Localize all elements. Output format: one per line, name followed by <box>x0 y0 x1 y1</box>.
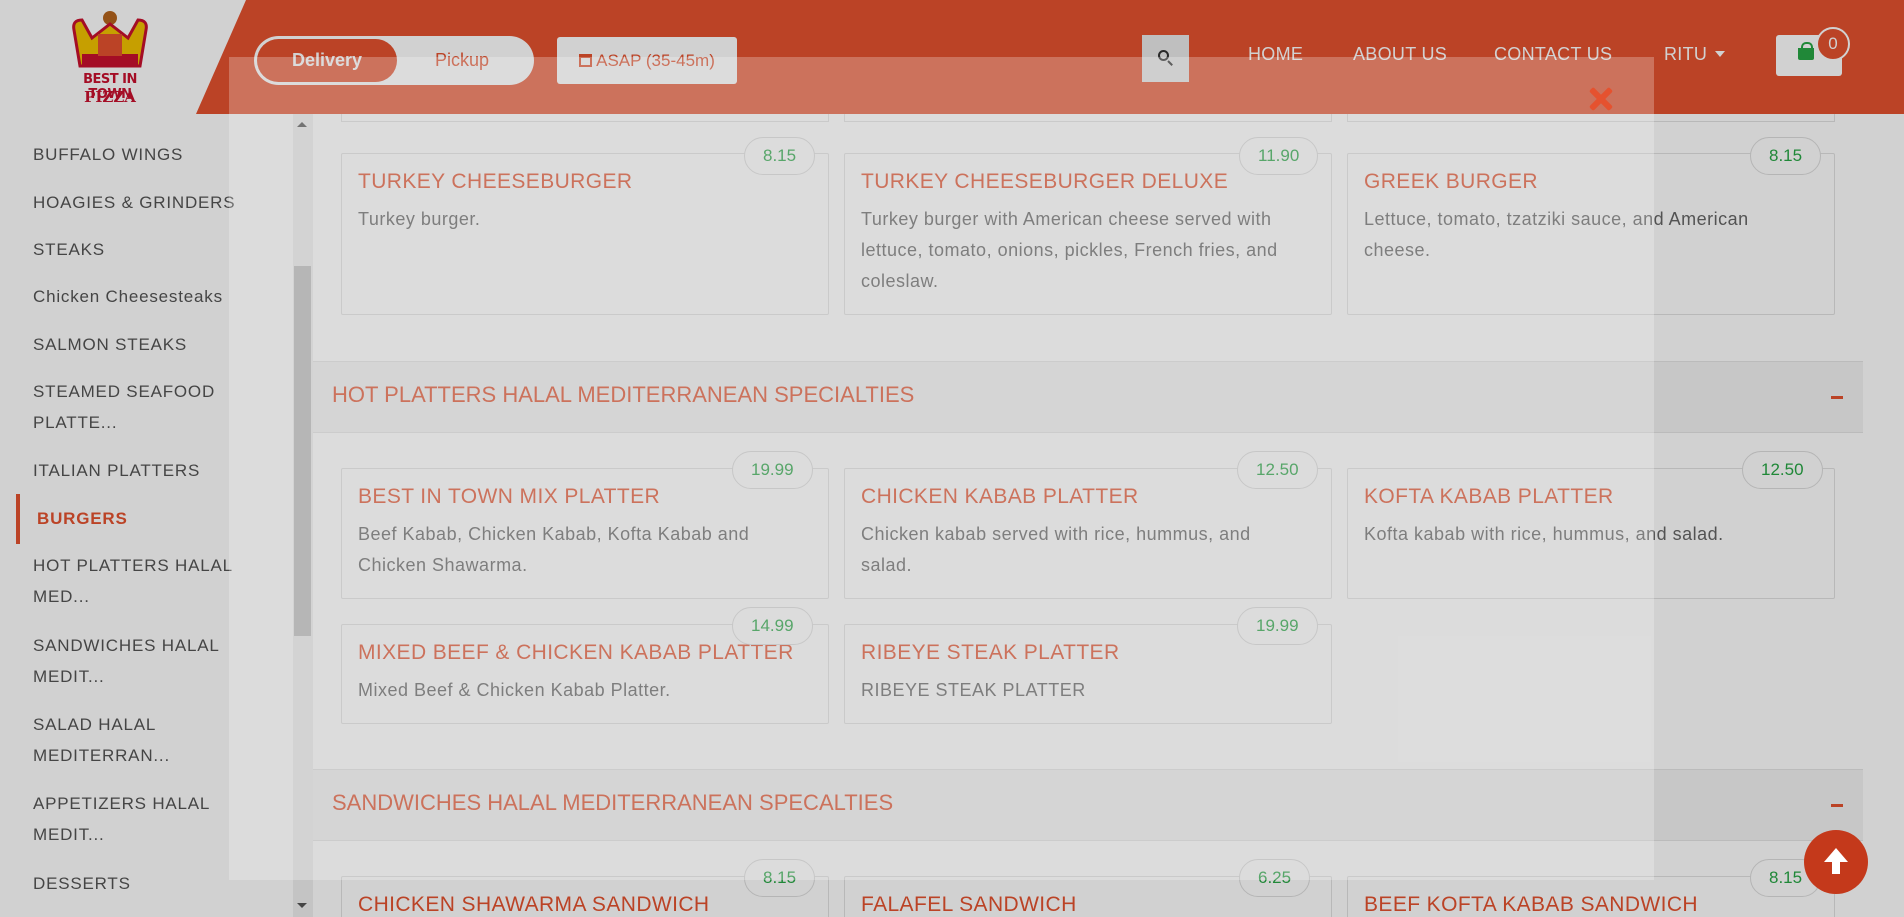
modal-dialog <box>229 57 1654 880</box>
arrow-up-icon-stem <box>1832 860 1840 874</box>
scroll-to-top-button[interactable] <box>1804 830 1868 894</box>
close-icon[interactable] <box>1588 86 1614 112</box>
